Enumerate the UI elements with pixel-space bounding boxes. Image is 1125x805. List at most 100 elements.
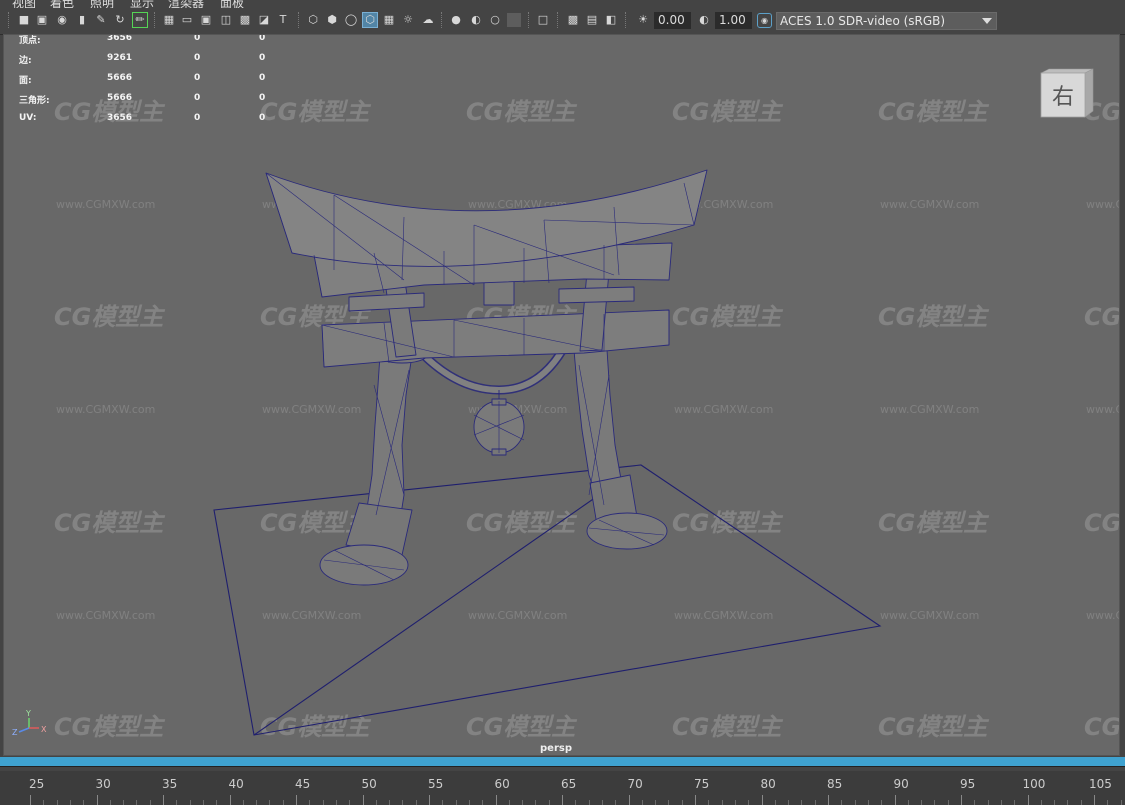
timeline-minor-tick [149,800,151,805]
image-plane-icon[interactable]: ✎ [94,13,108,27]
timeline-minor-tick [801,800,803,805]
timeline-minor-tick [442,800,444,805]
wireframe-on-shaded-icon[interactable]: ⬡ [362,12,378,28]
safe-action-icon[interactable]: ◪ [257,13,271,27]
menu-lighting[interactable]: 照明 [90,0,114,8]
smooth-shade-icon[interactable]: ⬢ [325,13,339,27]
grease-pencil-icon[interactable]: ✏ [132,12,148,28]
safe-title-icon[interactable]: T [276,13,290,27]
watermark-logo: CG模型主 [878,509,989,537]
watermark-logo: CG模型主 [878,98,989,126]
watermark-url: www.CGMXW.com [880,198,979,211]
watermark-url: www.CGMXW.com [1086,609,1120,622]
camera-attributes-icon[interactable]: ▣ [35,13,49,27]
timeline-minor-tick [641,800,643,805]
watermark-logo: CG模型主 [466,713,577,741]
menu-view[interactable]: 视图 [12,0,36,8]
hud-value: 3656 [107,113,133,123]
menu-show[interactable]: 显示 [130,0,154,8]
grid-icon[interactable]: ▦ [162,13,176,27]
timeline-minor-tick [468,800,470,805]
2d-pan-zoom-icon[interactable]: ↻ [113,13,127,27]
timeline-minor-tick [123,800,125,805]
shadows-icon[interactable]: ☁ [421,13,435,27]
timeline-minor-tick [881,800,883,805]
textured-icon[interactable]: ▦ [382,13,396,27]
exposure-field[interactable]: 0.00 [654,12,691,29]
menu-shading[interactable]: 着色 [50,0,74,8]
timeline-minor-tick [335,800,337,805]
axis-z-label: Z [12,728,18,737]
hud-label-vertices: 顶点: [19,36,41,46]
anti-aliasing-icon[interactable]: ○ [488,13,502,27]
timeline-minor-tick [109,800,111,805]
gamma-field[interactable]: 1.00 [715,12,752,29]
scene-canvas: CG模型主 www.CGMXW.com CG模型主 www.CGMXW.com CG模型… [12,98,1120,741]
watermark-logo: CG模型主 [878,713,989,741]
select-camera-icon[interactable]: ■ [17,13,31,27]
timeline-tick-label: 95 [960,777,976,791]
watermark-url: www.CGMXW.com [674,609,773,622]
watermark-logo: CG模型主 [672,303,783,331]
toolbar-separator [441,12,444,28]
xray-joints-icon[interactable]: ◧ [604,13,618,27]
timeline-minor-tick [189,800,191,805]
lights-icon[interactable]: ☼ [401,13,415,27]
timeline-tick-label: 40 [228,777,244,791]
current-time-bar[interactable] [0,757,1125,766]
timeline-minor-tick [482,800,484,805]
time-slider-track[interactable]: 25 30 35 40 45 50 55 60 65 70 75 80 85 90 95 100 105 [0,771,1125,805]
timeline-minor-tick [69,800,71,805]
hud-value: 0 [194,73,201,83]
view-transform-icon[interactable]: ◉ [757,13,772,28]
menu-panels[interactable]: 面板 [220,0,244,8]
hud-label-faces: 面: [19,76,32,86]
field-chart-icon[interactable]: ▩ [238,13,252,27]
xray-icon[interactable]: ▩ [566,13,580,27]
viewport-3d[interactable]: CG模型主 www.CGMXW.com CG模型主 www.CGMXW.com CG模型… [3,34,1120,756]
timeline-minor-tick [615,800,617,805]
hud-value: 0 [194,34,201,43]
resolution-gate-icon[interactable]: ▣ [199,13,213,27]
axis-gizmo: Y Z X [12,709,47,737]
view-cube[interactable]: 右 [1035,67,1097,123]
watermark-url: www.CGMXW.com [468,609,567,622]
timeline-tick-label: 85 [827,777,843,791]
hud-value: 0 [194,93,201,103]
bookmark-camera-icon[interactable]: ◉ [55,13,69,27]
time-slider[interactable]: 25 30 35 40 45 50 55 60 65 70 75 80 85 90 95 100 105 [0,766,1125,805]
color-space-value: ACES 1.0 SDR-video (sRGB) [780,14,946,28]
timeline-minor-tick [1080,800,1082,805]
timeline-minor-tick [921,800,923,805]
menu-renderer[interactable]: 渲染器 [168,0,204,8]
wireframe-icon[interactable]: ⬡ [306,13,320,27]
watermark-url: www.CGMXW.com [880,609,979,622]
exposure-icon[interactable]: ☀ [636,13,650,27]
hud-value: 0 [194,113,201,123]
motion-blur-icon[interactable]: ◐ [469,13,483,27]
xray-active-icon[interactable]: ▤ [585,13,599,27]
hud-value: 3656 [107,34,133,43]
timeline-minor-tick [854,800,856,805]
timeline-tick-label: 60 [494,777,510,791]
isolate-select-icon[interactable]: □ [536,13,550,27]
color-space-select[interactable]: ACES 1.0 SDR-video (sRGB) [776,12,997,30]
timeline-minor-tick [867,800,869,805]
camera-name-label: persp [540,743,572,754]
bookmark-icon[interactable]: ▮ [75,13,89,27]
toolbar-separator [154,12,157,28]
timeline-tick-label: 55 [428,777,444,791]
hud-value: 5666 [107,93,133,103]
default-material-icon[interactable]: ◯ [344,13,358,27]
gate-mask-icon[interactable]: ◫ [219,13,233,27]
timeline-tick-label: 30 [95,777,111,791]
timeline-minor-tick [788,800,790,805]
hud-value: 5666 [107,73,133,83]
timeline-tick-label: 50 [361,777,377,791]
film-gate-icon[interactable]: ▭ [180,13,194,27]
toolbar-separator [298,12,301,28]
screen-space-ao-icon[interactable]: ● [449,13,463,27]
timeline-minor-tick [708,800,710,805]
depth-of-field-icon[interactable] [507,13,521,27]
gamma-icon[interactable]: ◐ [697,13,711,27]
